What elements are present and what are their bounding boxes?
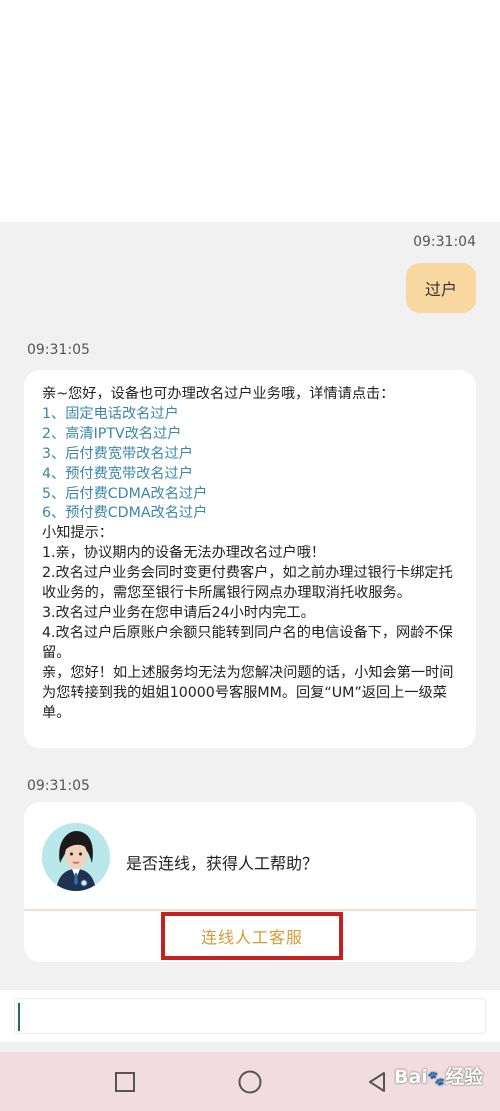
tip-item: 2.改名过户业务会同时变更付费客户，如之前办理过银行卡绑定托收业务的，需您至银行…: [42, 565, 453, 602]
bot-message-timestamp: 09:31:05: [27, 342, 90, 358]
link-postpaid-cdma-transfer[interactable]: 5、后付费CDMA改名过户: [42, 485, 458, 505]
card-timestamp: 09:31:05: [27, 778, 90, 794]
nav-home-button[interactable]: [235, 1067, 265, 1097]
square-icon: [115, 1072, 135, 1092]
agent-avatar: [42, 823, 110, 891]
connect-human-agent-button[interactable]: 连线人工客服: [161, 912, 343, 960]
link-prepaid-cdma-transfer[interactable]: 6、预付费CDMA改名过户: [42, 504, 458, 524]
watermark-text-2: 经验: [445, 1066, 484, 1088]
blank-top-area: [0, 0, 500, 222]
tips-heading: 小知提示：: [42, 525, 113, 542]
tip-item: 3.改名过户业务在您申请后24小时内完工。: [42, 604, 315, 621]
message-input[interactable]: [14, 998, 486, 1034]
card-question-text: 是否连线，获得人工帮助？: [126, 854, 319, 873]
baidu-jingyan-watermark: Bai🐾经验: [394, 1062, 483, 1089]
link-fixed-phone-transfer[interactable]: 1、固定电话改名过户: [42, 405, 458, 425]
input-bar: [0, 990, 500, 1042]
link-prepaid-broadband-transfer[interactable]: 4、预付费宽带改名过户: [42, 465, 458, 485]
agent-avatar-icon: [42, 823, 110, 891]
card-divider: [24, 909, 476, 911]
watermark-text: Bai: [394, 1066, 428, 1088]
paw-icon: 🐾: [427, 1071, 446, 1087]
text-caret: [18, 1003, 20, 1031]
tip-item: 4.改名过户后原账户余额只能转到同户名的电信设备下，网龄不保留。: [42, 624, 453, 661]
triangle-back-icon: [369, 1072, 385, 1092]
link-iptv-transfer[interactable]: 2、高清IPTV改名过户: [42, 425, 458, 445]
circle-icon: [238, 1070, 262, 1094]
tip-item: 1.亲，协议期内的设备无法办理改名过户哦！: [42, 545, 326, 562]
user-message-bubble[interactable]: 过户: [406, 263, 476, 313]
nav-back-button[interactable]: [362, 1067, 392, 1097]
bot-message-bubble: 亲~您好，设备也可办理改名过户业务哦，详情请点击： 1、固定电话改名过户 2、高…: [24, 370, 476, 748]
bot-intro-text: 亲~您好，设备也可办理改名过户业务哦，详情请点击：: [42, 386, 395, 402]
link-postpaid-broadband-transfer[interactable]: 3、后付费宽带改名过户: [42, 445, 458, 465]
user-message-timestamp: 09:31:04: [413, 234, 476, 250]
human-agent-card: 是否连线，获得人工帮助？ 连线人工客服: [24, 802, 476, 962]
nav-recents-button[interactable]: [110, 1067, 140, 1097]
bot-closing-text: 亲，您好！如上述服务均无法为您解决问题的话，小知会第一时间为您转接到我的姐姐10…: [42, 664, 454, 721]
